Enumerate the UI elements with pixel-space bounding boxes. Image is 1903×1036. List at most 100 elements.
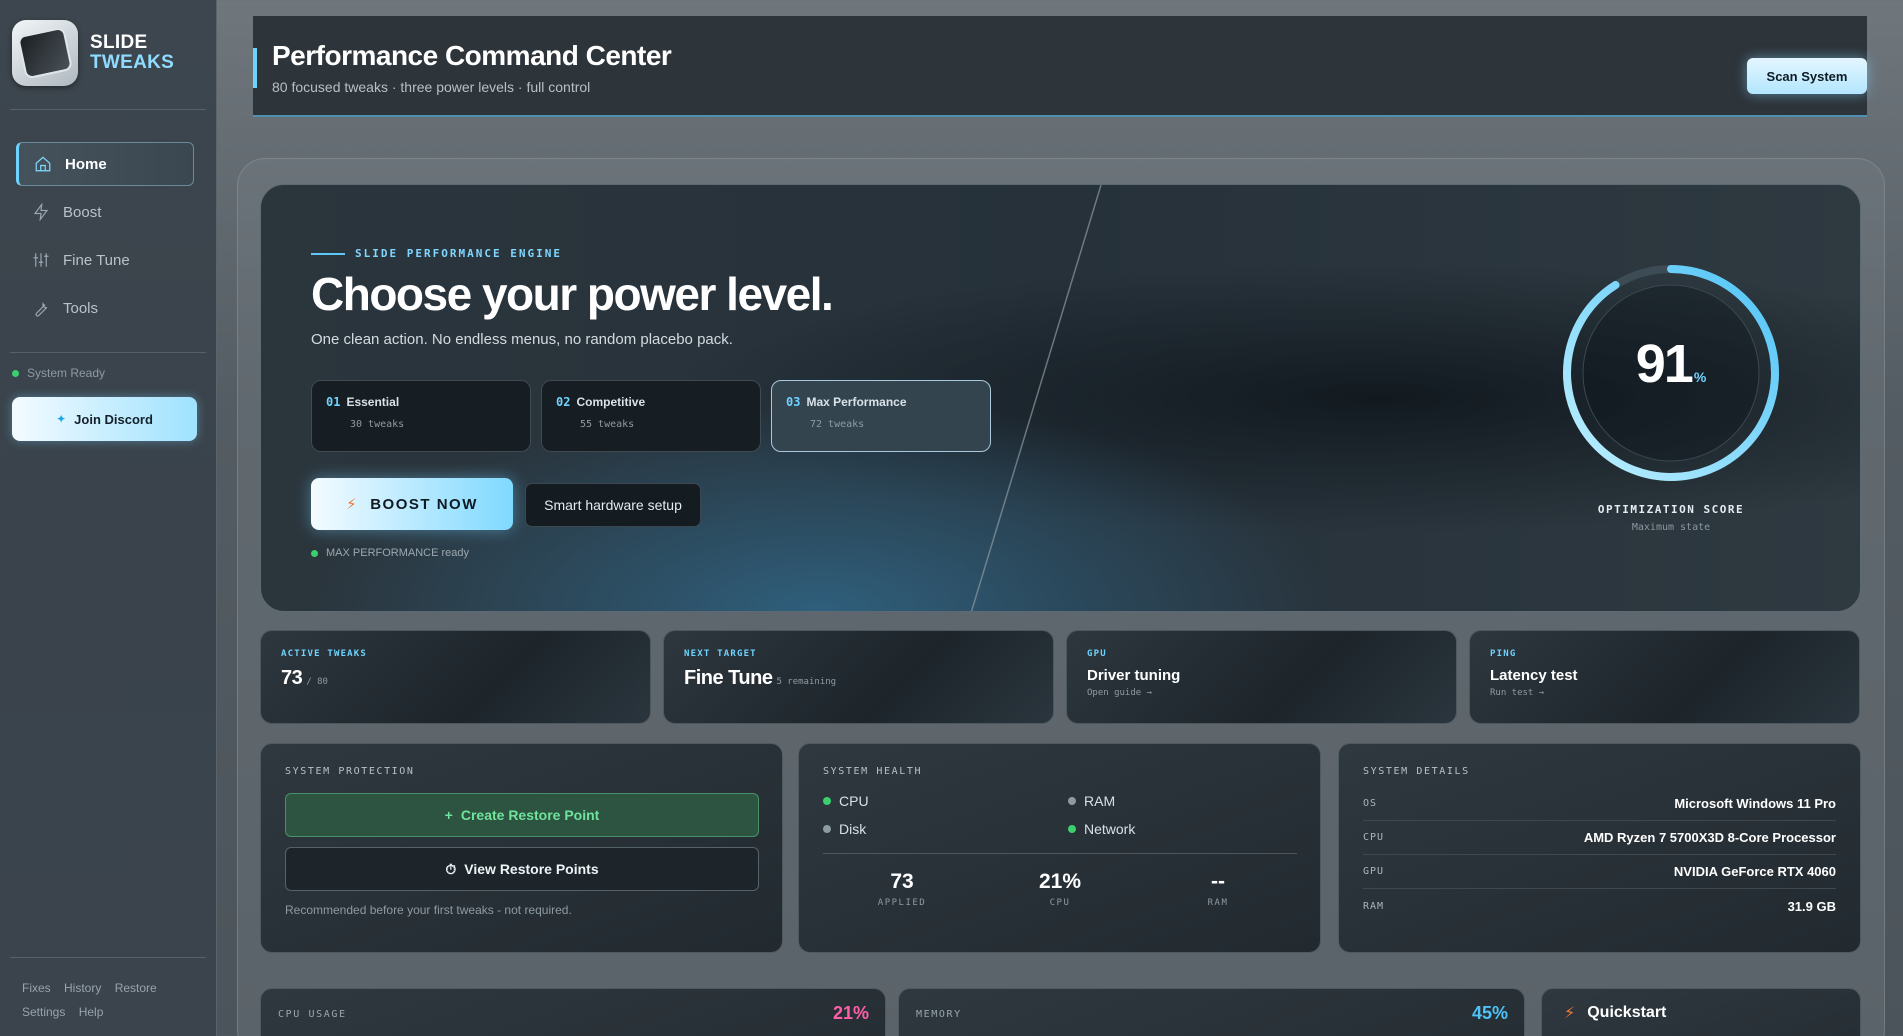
brand-line-1: SLIDE xyxy=(90,32,148,53)
nav-item-tools[interactable]: Tools xyxy=(16,286,194,330)
smart-hardware-setup-button[interactable]: Smart hardware setup xyxy=(525,483,701,527)
hero-eyebrow: SLIDE PERFORMANCE ENGINE xyxy=(311,247,562,260)
level-number: 02 xyxy=(556,395,571,409)
tile-key: PING xyxy=(1490,649,1517,659)
tile-key: ACTIVE TWEAKS xyxy=(281,649,368,659)
system-protection-card: SYSTEM PROTECTION + Create Restore Point… xyxy=(260,743,783,953)
stat-cpu: 21% CPU xyxy=(981,870,1139,908)
tile-link[interactable]: Open guide → xyxy=(1087,688,1456,698)
tile-value-text: 73 xyxy=(281,667,303,689)
create-restore-point-label: Create Restore Point xyxy=(460,807,600,823)
health-label: Disk xyxy=(839,821,867,837)
footer-link-fixes[interactable]: Fixes xyxy=(22,981,51,995)
cpu-usage-card: CPU USAGE 21% xyxy=(260,988,886,1036)
boost-now-label: BOOST NOW xyxy=(370,495,478,513)
ready-status-label: MAX PERFORMANCE ready xyxy=(326,547,470,559)
health-stats: 73 APPLIED 21% CPU -- RAM xyxy=(823,870,1297,908)
footer-link-help[interactable]: Help xyxy=(79,1005,104,1019)
score-number: 91 xyxy=(1635,334,1694,394)
footer-link-history[interactable]: History xyxy=(64,981,101,995)
sidebar-divider xyxy=(10,109,206,110)
tile-aux: / 80 xyxy=(306,677,328,687)
brand[interactable]: SLIDE TWEAKS xyxy=(12,20,174,86)
create-restore-point-button[interactable]: + Create Restore Point xyxy=(285,793,759,837)
nav-label: Home xyxy=(65,155,107,173)
level-count: 30 tweaks xyxy=(350,419,405,430)
stat-value: 73 xyxy=(890,870,914,893)
sliders-icon xyxy=(31,250,51,270)
tile-gpu[interactable]: GPU Driver tuning Open guide → xyxy=(1066,630,1457,724)
bolt-icon: ⚡ xyxy=(1564,1005,1576,1022)
cpu-usage-value: 21% xyxy=(832,1003,869,1023)
sidebar-divider xyxy=(10,352,206,353)
status-dot-icon xyxy=(1068,797,1076,805)
power-level-competitive[interactable]: 02 Competitive 55 tweaks xyxy=(541,380,761,452)
memory-card: MEMORY 45% xyxy=(898,988,1525,1036)
view-restore-points-label: View Restore Points xyxy=(464,861,599,877)
page-subtitle: 80 focused tweaks · three power levels ·… xyxy=(272,79,591,95)
detail-key: OS xyxy=(1363,798,1378,809)
health-item-network: Network xyxy=(1068,821,1268,837)
wrench-icon xyxy=(31,298,51,318)
level-name: Competitive xyxy=(576,395,646,409)
bolt-icon xyxy=(31,202,51,222)
power-level-essential[interactable]: 01 Essential 30 tweaks xyxy=(311,380,531,452)
join-discord-button[interactable]: ✦ Join Discord xyxy=(12,397,197,441)
status-dot-icon xyxy=(1068,825,1076,833)
scan-system-button[interactable]: Scan System xyxy=(1747,58,1867,94)
home-icon xyxy=(33,154,53,174)
detail-row-cpu: CPU AMD Ryzen 7 5700X3D 8-Core Processor xyxy=(1363,821,1836,855)
quickstart-title: Quickstart xyxy=(1587,1004,1667,1021)
footer-link-settings[interactable]: Settings xyxy=(22,1005,65,1019)
score-value: 91% xyxy=(1559,333,1783,395)
nav-item-home[interactable]: Home xyxy=(16,142,194,186)
level-count: 72 tweaks xyxy=(810,419,865,430)
tile-link[interactable]: Run test → xyxy=(1490,688,1859,698)
card-title: CPU USAGE xyxy=(278,1009,347,1020)
level-count: 55 tweaks xyxy=(580,419,635,430)
hero-eyebrow-label: SLIDE PERFORMANCE ENGINE xyxy=(355,247,562,260)
tile-active-tweaks[interactable]: ACTIVE TWEAKS 73/ 80 xyxy=(260,630,651,724)
join-discord-label: Join Discord xyxy=(74,411,153,427)
detail-value: AMD Ryzen 7 5700X3D 8-Core Processor xyxy=(1583,830,1836,845)
quickstart-card[interactable]: ⚡ Quickstart xyxy=(1541,988,1861,1036)
view-restore-points-button[interactable]: ⏱ View Restore Points xyxy=(285,847,759,891)
score-label: OPTIMIZATION SCORE xyxy=(1597,503,1745,516)
power-level-max-performance[interactable]: 03 Max Performance 72 tweaks xyxy=(771,380,991,452)
detail-row-os: OS Microsoft Windows 11 Pro xyxy=(1363,787,1836,821)
stat-value: 21% xyxy=(1038,870,1082,893)
nav-item-boost[interactable]: Boost xyxy=(16,190,194,234)
footer-link-restore[interactable]: Restore xyxy=(115,981,157,995)
level-name: Essential xyxy=(346,395,400,409)
stat-label: RAM xyxy=(1207,898,1229,908)
page-title: Performance Command Center xyxy=(272,40,672,71)
detail-key: RAM xyxy=(1363,900,1385,912)
sidebar-divider xyxy=(10,957,206,958)
nav-label: Fine Tune xyxy=(63,251,130,269)
detail-row-gpu: GPU NVIDIA GeForce RTX 4060 xyxy=(1363,855,1836,889)
health-item-disk: Disk xyxy=(823,821,1068,837)
health-item-ram: RAM xyxy=(1068,793,1268,809)
nav-label: Boost xyxy=(63,203,102,221)
brand-name: SLIDE TWEAKS xyxy=(90,33,174,73)
level-number: 01 xyxy=(326,395,341,409)
power-level-selector: 01 Essential 30 tweaks 02 Competitive 55 t… xyxy=(311,380,1001,452)
tile-value: Fine Tune 5 remaining xyxy=(684,667,1053,690)
tile-key: GPU xyxy=(1087,649,1107,659)
level-number: 03 xyxy=(786,395,801,409)
nav-item-fine-tune[interactable]: Fine Tune xyxy=(16,238,194,282)
tile-ping[interactable]: PING Latency test Run test → xyxy=(1469,630,1860,724)
tile-next-target[interactable]: NEXT TARGET Fine Tune 5 remaining xyxy=(663,630,1054,724)
system-details-card: SYSTEM DETAILS OS Microsoft Windows 11 P… xyxy=(1338,743,1861,953)
nav-label: Tools xyxy=(63,299,99,317)
boost-now-button[interactable]: ⚡ BOOST NOW xyxy=(311,478,513,530)
status-dot-icon xyxy=(12,369,19,377)
status-dot-icon xyxy=(823,825,831,833)
divider xyxy=(823,853,1297,854)
health-label: Network xyxy=(1084,821,1136,837)
tile-key: NEXT TARGET xyxy=(684,649,757,659)
system-status-label: System Ready xyxy=(27,366,106,380)
score-sublabel: Maximum state xyxy=(1631,522,1711,533)
detail-value: NVIDIA GeForce RTX 4060 xyxy=(1673,864,1836,879)
detail-key: CPU xyxy=(1363,832,1385,843)
